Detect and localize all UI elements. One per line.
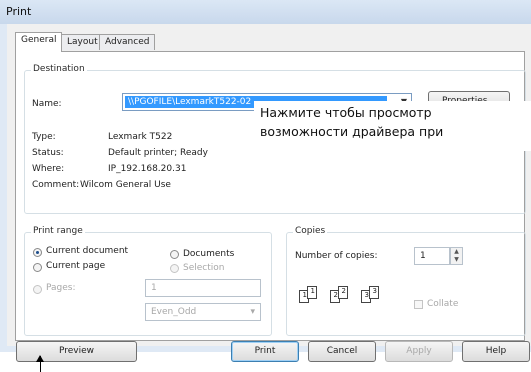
- page-icon: 2: [338, 286, 348, 299]
- arrow-head-icon: [36, 355, 44, 362]
- pages-radio[interactable]: [33, 285, 42, 294]
- print-dialog: Print General Layout Advanced Destinatio…: [0, 0, 531, 362]
- page-icon: 1: [307, 286, 317, 299]
- documents-radio[interactable]: [170, 250, 179, 259]
- selection-label: Selection: [183, 263, 225, 273]
- status-value: Default printer; Ready: [108, 148, 208, 158]
- where-label: Where:: [32, 164, 65, 174]
- comment-value: Wilcom General Use: [80, 180, 171, 190]
- title-bar[interactable]: Print: [0, 0, 531, 24]
- driver-tooltip: Нажмите чтобы просмотр возможности драйв…: [254, 101, 531, 151]
- pages-input[interactable]: 1: [145, 279, 261, 297]
- where-value: IP_192.168.20.31: [108, 164, 187, 174]
- current-page-radio[interactable]: [33, 263, 42, 272]
- pages-label: Pages:: [46, 283, 76, 293]
- status-label: Status:: [32, 148, 64, 158]
- current-page-label[interactable]: Current page: [46, 261, 105, 271]
- print-button[interactable]: Print: [231, 341, 299, 362]
- print-range-legend: Print range: [31, 226, 85, 236]
- type-label: Type:: [32, 132, 56, 142]
- page-icon: 3: [369, 286, 379, 299]
- dialog-client: General Layout Advanced Destination Name…: [7, 24, 531, 362]
- destination-legend: Destination: [31, 64, 87, 74]
- copies-spinner[interactable]: ▲ ▼: [450, 247, 463, 265]
- type-value: Lexmark T522: [108, 132, 173, 142]
- preview-button[interactable]: Preview: [16, 341, 137, 362]
- documents-label[interactable]: Documents: [183, 249, 234, 259]
- tooltip-line-2: возможности драйвера при: [260, 124, 444, 139]
- tooltip-line-1: Нажмите чтобы просмотр: [260, 105, 432, 120]
- even-odd-value: Even_Odd: [151, 307, 197, 317]
- apply-button[interactable]: Apply: [385, 341, 453, 362]
- copies-group: Copies: [286, 226, 526, 336]
- number-of-copies-label: Number of copies:: [295, 251, 378, 261]
- selection-radio[interactable]: [170, 264, 179, 273]
- comment-label: Comment:: [32, 180, 80, 190]
- current-document-label[interactable]: Current document: [46, 246, 128, 256]
- window-title: Print: [6, 5, 32, 18]
- tab-layout[interactable]: Layout: [61, 34, 104, 50]
- chevron-down-icon: ▾: [250, 307, 255, 317]
- collate-label: Collate: [427, 299, 459, 309]
- copies-legend: Copies: [293, 226, 328, 236]
- even-odd-select[interactable]: Even_Odd ▾: [145, 303, 261, 321]
- help-button[interactable]: Help: [462, 341, 530, 362]
- current-document-radio[interactable]: [33, 248, 42, 257]
- tab-advanced[interactable]: Advanced: [99, 34, 156, 50]
- collate-checkbox[interactable]: [414, 300, 423, 309]
- name-label: Name:: [32, 99, 62, 109]
- copies-input[interactable]: 1: [414, 247, 450, 265]
- cancel-button[interactable]: Cancel: [308, 341, 376, 362]
- general-panel: Destination Name: \\PGOFILE\LexmarkT522-…: [15, 51, 526, 341]
- tab-general[interactable]: General: [15, 32, 63, 52]
